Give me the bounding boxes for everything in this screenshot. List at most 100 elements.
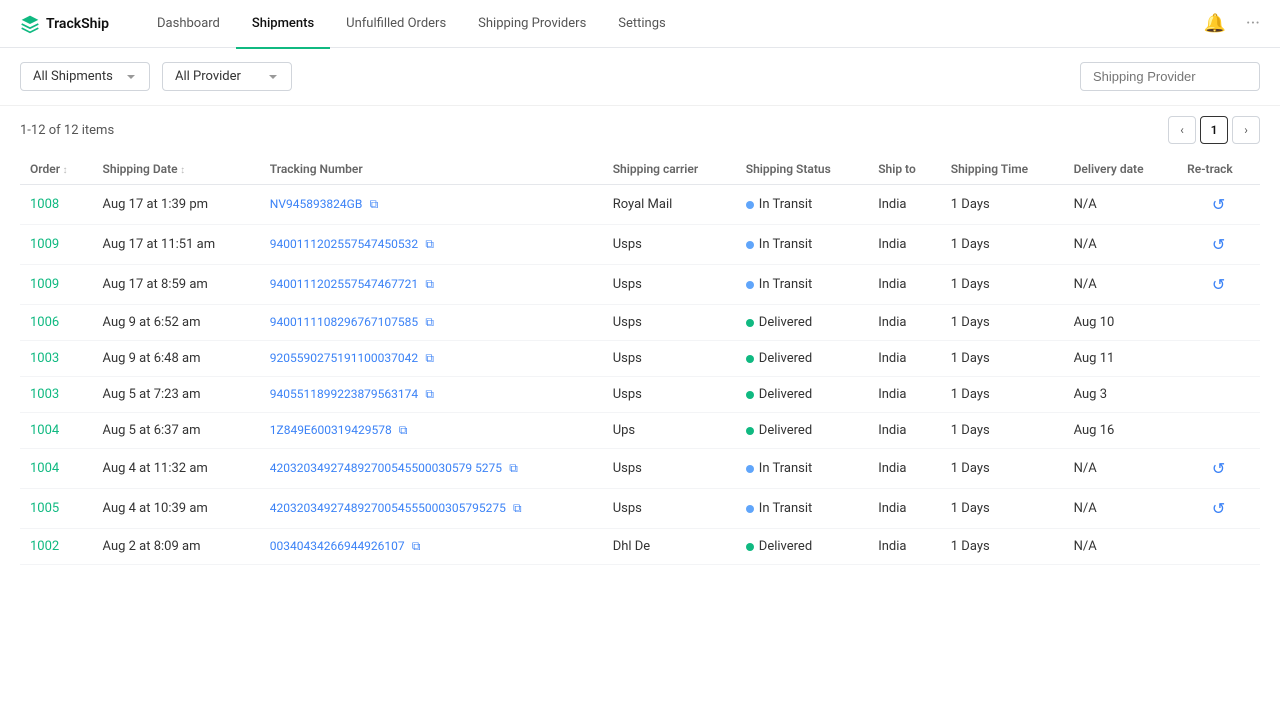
retrack-button[interactable]: ↺ (1187, 499, 1250, 518)
nav-shipments[interactable]: Shipments (236, 1, 330, 49)
cell-tracking: 9400111108296767107585 ⧉ (260, 305, 603, 341)
status-dot (746, 505, 754, 513)
status-dot (746, 391, 754, 399)
cell-retrack: ↺ (1177, 449, 1260, 489)
prev-page-button[interactable]: ‹ (1168, 116, 1196, 144)
status-text: In Transit (759, 237, 813, 252)
table-row: 1005 Aug 4 at 10:39 am 42032034927489270… (20, 489, 1260, 529)
nav-dashboard[interactable]: Dashboard (141, 1, 236, 49)
retrack-button[interactable]: ↺ (1187, 275, 1250, 294)
copy-icon[interactable]: ⧉ (412, 539, 421, 553)
copy-icon[interactable]: ⧉ (425, 237, 434, 251)
tracking-link[interactable]: 00340434266944926107 (270, 539, 405, 553)
cell-delivery-date: Aug 10 (1064, 305, 1177, 341)
cell-ship-to: India (868, 377, 941, 413)
cell-order: 1004 (20, 449, 93, 489)
shipping-provider-search[interactable] (1080, 62, 1260, 91)
copy-icon[interactable]: ⧉ (425, 315, 434, 329)
order-link[interactable]: 1004 (30, 423, 59, 438)
copy-icon[interactable]: ⧉ (513, 501, 522, 515)
status-dot (746, 427, 754, 435)
tracking-link[interactable]: 9400111202557547467721 (270, 277, 418, 291)
all-provider-dropdown[interactable]: All Provider (162, 62, 292, 91)
cell-order: 1003 (20, 377, 93, 413)
cell-retrack: ↺ (1177, 225, 1260, 265)
col-order[interactable]: Order (20, 154, 93, 185)
cell-ship-to: India (868, 489, 941, 529)
table-row: 1003 Aug 9 at 6:48 am 920559027519110003… (20, 341, 1260, 377)
copy-icon[interactable]: ⧉ (509, 461, 518, 475)
copy-icon[interactable]: ⧉ (399, 423, 408, 437)
cell-carrier: Usps (603, 265, 736, 305)
cell-carrier: Ups (603, 413, 736, 449)
cell-order: 1006 (20, 305, 93, 341)
top-bar: TrackShip Dashboard Shipments Unfulfille… (0, 0, 1280, 48)
order-link[interactable]: 1009 (30, 237, 59, 252)
copy-icon[interactable]: ⧉ (425, 351, 434, 365)
tracking-link[interactable]: 9405511899223879563174 (270, 387, 418, 401)
current-page-button[interactable]: 1 (1200, 116, 1228, 144)
tracking-link[interactable]: NV945893824GB (270, 197, 363, 211)
order-link[interactable]: 1003 (30, 387, 59, 402)
pagination-controls: ‹ 1 › (1168, 116, 1260, 144)
bell-icon[interactable]: 🔔 (1203, 13, 1225, 34)
cell-status: Delivered (736, 377, 868, 413)
table-header-row: Order Shipping Date Tracking Number Ship… (20, 154, 1260, 185)
all-provider-label: All Provider (175, 69, 241, 84)
tracking-link[interactable]: 9400111202557547450532 (270, 237, 418, 251)
retrack-button[interactable]: ↺ (1187, 235, 1250, 254)
nav-settings[interactable]: Settings (602, 1, 681, 49)
order-link[interactable]: 1006 (30, 315, 59, 330)
all-shipments-dropdown[interactable]: All Shipments (20, 62, 150, 91)
nav-providers[interactable]: Shipping Providers (462, 1, 602, 49)
nav-unfulfilled[interactable]: Unfulfilled Orders (330, 1, 462, 49)
cell-tracking: 42032034927489270054555000305795275 ⧉ (260, 489, 603, 529)
cell-shipping-time: 1 Days (941, 305, 1064, 341)
cell-date: Aug 9 at 6:48 am (93, 341, 260, 377)
retrack-button[interactable]: ↺ (1187, 195, 1250, 214)
logo: TrackShip (20, 14, 109, 34)
tracking-link[interactable]: 9400111108296767107585 (270, 315, 418, 329)
cell-ship-to: India (868, 449, 941, 489)
cell-ship-to: India (868, 185, 941, 225)
retrack-button[interactable]: ↺ (1187, 459, 1250, 478)
cell-ship-to: India (868, 265, 941, 305)
order-link[interactable]: 1008 (30, 197, 59, 212)
status-text: In Transit (759, 277, 813, 292)
cell-shipping-time: 1 Days (941, 489, 1064, 529)
copy-icon[interactable]: ⧉ (425, 277, 434, 291)
cell-delivery-date: Aug 16 (1064, 413, 1177, 449)
tracking-link[interactable]: 42032034927489270054555000305795275 (270, 501, 506, 515)
status-dot (746, 543, 754, 551)
more-options-icon[interactable]: ··· (1246, 13, 1260, 34)
cell-date: Aug 4 at 11:32 am (93, 449, 260, 489)
col-ship-to: Ship to (868, 154, 941, 185)
table-row: 1002 Aug 2 at 8:09 am 003404342669449261… (20, 529, 1260, 565)
cell-tracking: 9400111202557547467721 ⧉ (260, 265, 603, 305)
order-link[interactable]: 1009 (30, 277, 59, 292)
copy-icon[interactable]: ⧉ (370, 197, 379, 211)
col-carrier: Shipping carrier (603, 154, 736, 185)
order-link[interactable]: 1002 (30, 539, 59, 554)
order-link[interactable]: 1005 (30, 501, 59, 516)
status-dot (746, 319, 754, 327)
cell-carrier: Usps (603, 449, 736, 489)
col-delivery-date: Delivery date (1064, 154, 1177, 185)
order-link[interactable]: 1003 (30, 351, 59, 366)
cell-date: Aug 5 at 6:37 am (93, 413, 260, 449)
copy-icon[interactable]: ⧉ (425, 387, 434, 401)
tracking-link[interactable]: 420320349274892700545500030579 5275 (270, 461, 502, 475)
col-shipping-date[interactable]: Shipping Date (93, 154, 260, 185)
status-text: Delivered (759, 351, 812, 366)
tracking-link[interactable]: 1Z849E600319429578 (270, 423, 392, 437)
cell-ship-to: India (868, 413, 941, 449)
table-row: 1008 Aug 17 at 1:39 pm NV945893824GB ⧉ R… (20, 185, 1260, 225)
main-nav: Dashboard Shipments Unfulfilled Orders S… (141, 0, 682, 48)
order-link[interactable]: 1004 (30, 461, 59, 476)
cell-order: 1003 (20, 341, 93, 377)
status-dot (746, 201, 754, 209)
cell-tracking: 9205590275191100037042 ⧉ (260, 341, 603, 377)
tracking-link[interactable]: 9205590275191100037042 (270, 351, 418, 365)
cell-date: Aug 9 at 6:52 am (93, 305, 260, 341)
next-page-button[interactable]: › (1232, 116, 1260, 144)
